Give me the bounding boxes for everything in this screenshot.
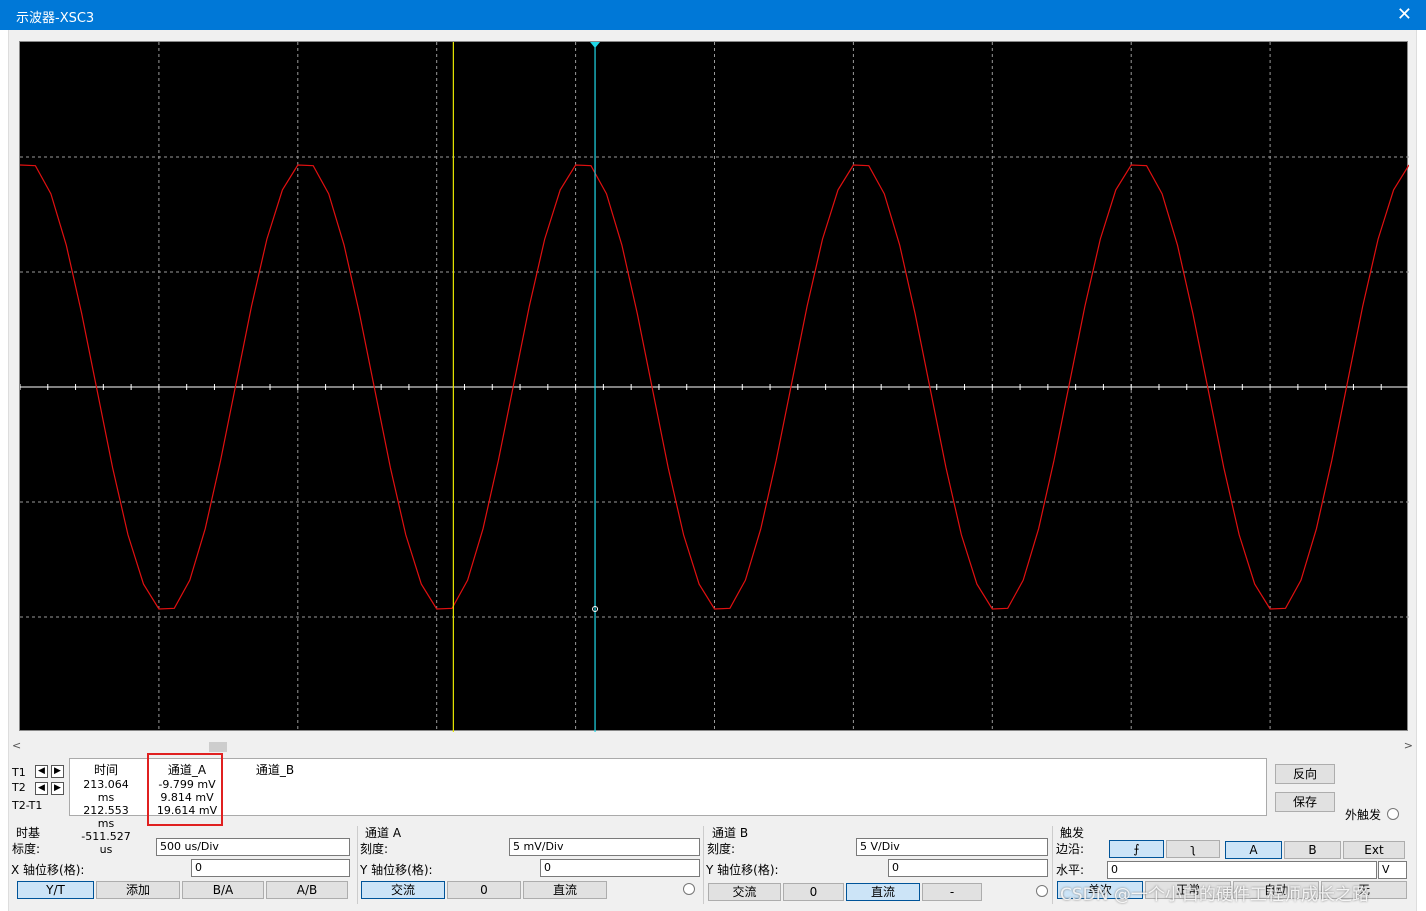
x-position-label: X 轴位移(格): [11, 863, 85, 877]
scroll-thumb[interactable] [209, 742, 227, 752]
channel-a-panel: 通道 A 刻度: 5 mV/Div Y 轴位移(格): 0 交流 0 直流 [358, 822, 703, 902]
channel-b-ac-button[interactable]: 交流 [708, 883, 781, 901]
channel-a-scale-label: 刻度: [360, 842, 389, 856]
channel-b-scale-label: 刻度: [707, 842, 736, 856]
ba-mode-button[interactable]: B/A [182, 881, 264, 899]
highlight-box [147, 753, 223, 826]
channel-b-minus-button[interactable]: - [922, 883, 982, 901]
timebase-scale-label: 标度: [12, 842, 41, 856]
t2-label: T2 [12, 781, 26, 794]
left-edge [0, 30, 9, 911]
channel-b-scale-field[interactable]: 5 V/Div [856, 838, 1048, 856]
channel-b-ypos-field[interactable]: 0 [888, 859, 1048, 877]
yt-mode-button[interactable]: Y/T [17, 881, 94, 899]
channel-a-dc-button[interactable]: 直流 [523, 881, 607, 899]
cursor-row-labels: T1 T2 T2-T1 ◀ ▶ ◀ ▶ [9, 756, 69, 818]
window-title: 示波器-XSC3 [16, 11, 95, 26]
channel-b-panel: 通道 B 刻度: 5 V/Div Y 轴位移(格): 0 交流 0 直流 - [704, 822, 1052, 902]
t1-label: T1 [12, 766, 26, 779]
trigger-source-ext-button[interactable]: Ext [1343, 841, 1405, 859]
scroll-right-icon[interactable]: > [1404, 739, 1413, 752]
scroll-left-icon[interactable]: < [12, 739, 21, 752]
channel-a-zero-button[interactable]: 0 [447, 881, 521, 899]
channel-b-column: 通道_B [240, 761, 310, 778]
t1-right-arrow-icon[interactable]: ▶ [51, 765, 64, 778]
channel-b-radio[interactable] [1036, 885, 1048, 897]
channel-a-ac-button[interactable]: 交流 [361, 881, 445, 899]
channel-b-title: 通道 B [712, 826, 749, 840]
trigger-title: 触发 [1060, 826, 1085, 840]
t1-left-arrow-icon[interactable]: ◀ [35, 765, 48, 778]
rising-edge-icon[interactable]: ⨍ [1109, 840, 1164, 858]
time-header: 时间 [93, 763, 118, 777]
t2t1-label: T2-T1 [12, 799, 43, 812]
timebase-title: 时基 [16, 826, 41, 840]
channel-b-header: 通道_B [255, 763, 295, 777]
horizontal-scrollbar[interactable]: < > [9, 739, 1416, 754]
channel-a-radio[interactable] [683, 883, 695, 895]
right-edge [1416, 30, 1426, 911]
falling-edge-icon[interactable]: ʅ [1166, 840, 1220, 858]
trigger-level-field[interactable]: 0 [1107, 861, 1377, 879]
channel-b-zero-button[interactable]: 0 [783, 883, 844, 901]
x-position-field[interactable]: 0 [191, 859, 350, 877]
ext-trigger-radio[interactable] [1387, 808, 1399, 820]
add-mode-button[interactable]: 添加 [96, 881, 180, 899]
channel-a-scale-field[interactable]: 5 mV/Div [509, 838, 700, 856]
channel-a-ypos-field[interactable]: 0 [540, 859, 700, 877]
close-icon[interactable]: ✕ [1397, 4, 1412, 25]
timebase-panel: 时基 标度: 500 us/Div X 轴位移(格): 0 Y/T 添加 B/A… [9, 822, 357, 902]
title-bar: 示波器-XSC3 ✕ [0, 0, 1426, 30]
trigger-level-unit[interactable]: V [1378, 861, 1407, 879]
save-button[interactable]: 保存 [1275, 792, 1335, 812]
trigger-level-label: 水平: [1056, 863, 1085, 877]
oscilloscope-display[interactable] [20, 42, 1409, 732]
reverse-button[interactable]: 反向 [1275, 764, 1335, 784]
channel-a-ypos-label: Y 轴位移(格): [360, 863, 433, 877]
trigger-source-a-button[interactable]: A [1225, 841, 1282, 859]
t2-left-arrow-icon[interactable]: ◀ [35, 782, 48, 795]
channel-b-dc-button[interactable]: 直流 [846, 883, 920, 901]
ext-trigger-label: 外触发 [1345, 808, 1382, 822]
trigger-edge-label: 边沿: [1056, 842, 1085, 856]
timebase-scale-field[interactable]: 500 us/Div [156, 838, 350, 856]
ab-mode-button[interactable]: A/B [266, 881, 348, 899]
cursor-t2-marker [590, 42, 601, 48]
t1-time: 213.064 ms [83, 778, 129, 804]
t2-right-arrow-icon[interactable]: ▶ [51, 782, 64, 795]
trigger-source-b-button[interactable]: B [1284, 841, 1341, 859]
channel-b-ypos-label: Y 轴位移(格): [706, 863, 779, 877]
watermark: CSDN @一个小白的硬件工程师成长之路 [1060, 885, 1369, 905]
measurement-table: 时间 213.064 ms 212.553 ms -511.527 us 通道_… [69, 758, 1267, 856]
channel-a-title: 通道 A [365, 826, 402, 840]
scope-screen[interactable] [19, 41, 1409, 732]
